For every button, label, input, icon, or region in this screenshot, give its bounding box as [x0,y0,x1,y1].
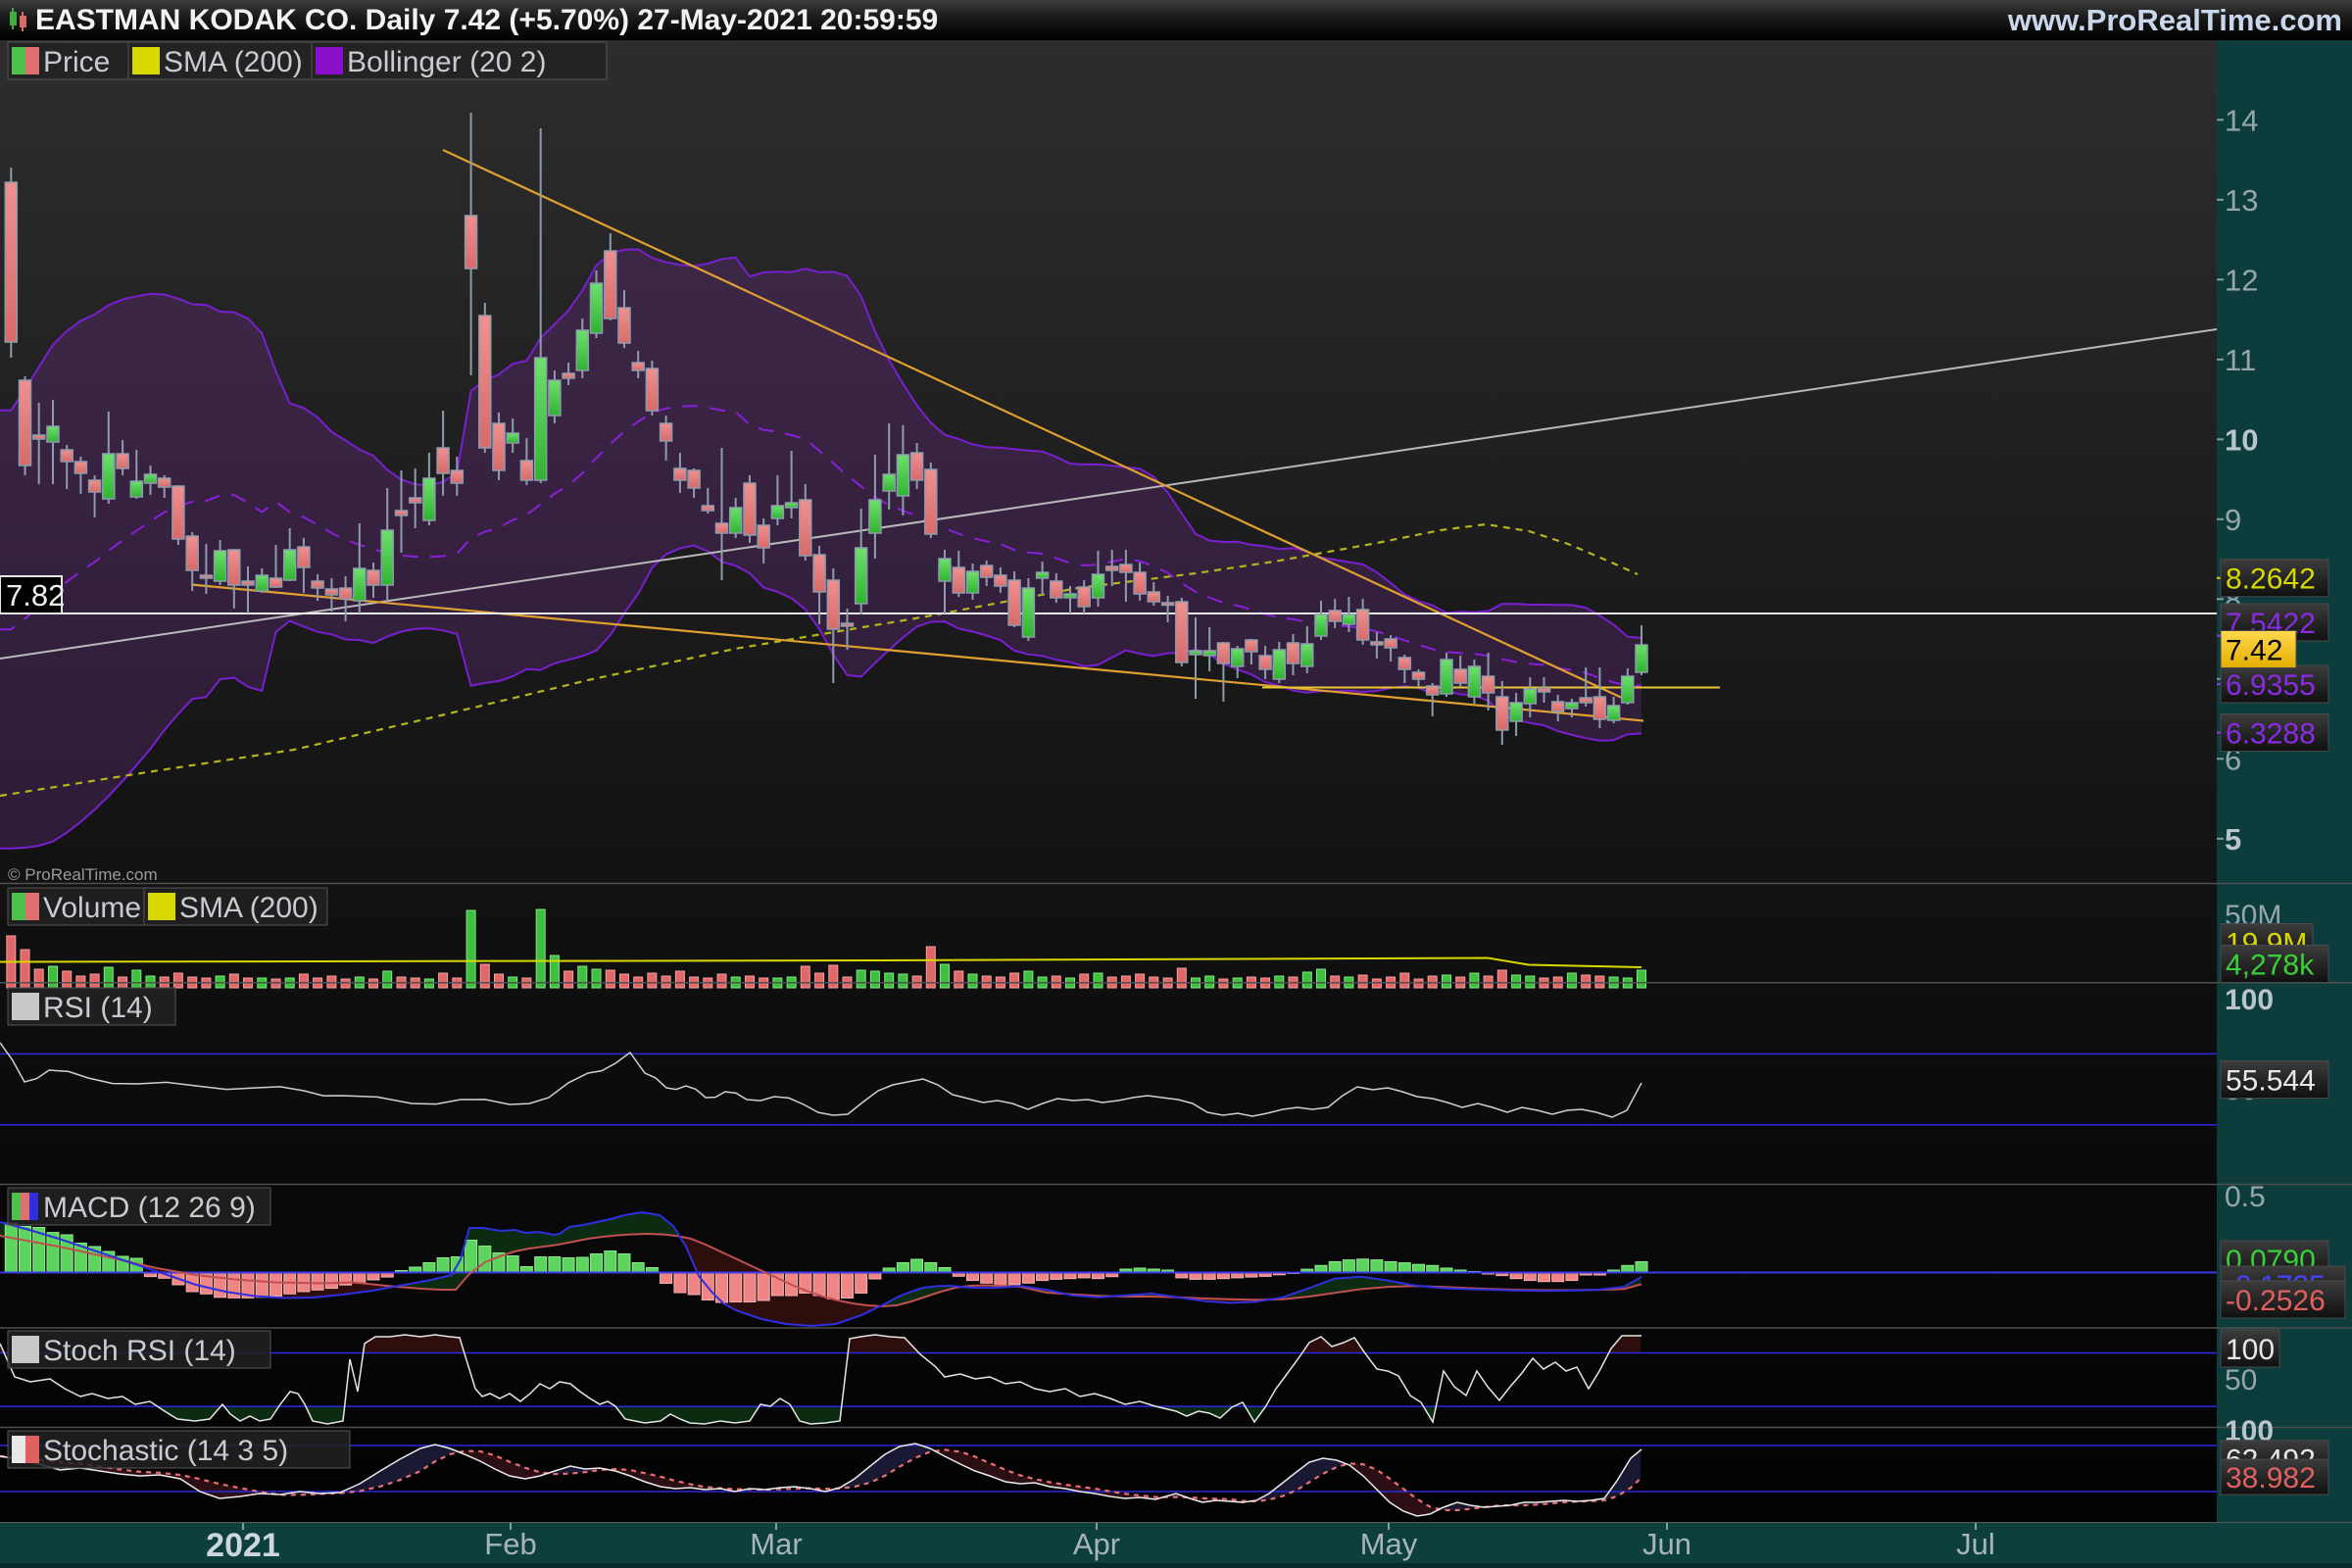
svg-text:Apr: Apr [1073,1527,1120,1561]
svg-text:Stochastic (14 3 5): Stochastic (14 3 5) [43,1435,288,1467]
svg-text:13: 13 [2225,183,2258,218]
svg-text:EASTMAN KODAK CO. Daily 7.42 (: EASTMAN KODAK CO. Daily 7.42 (+5.70%) 27… [35,4,938,36]
svg-text:8.2642: 8.2642 [2226,564,2316,596]
svg-text:14: 14 [2225,103,2258,137]
svg-text:55.544: 55.544 [2226,1064,2316,1097]
svg-text:Feb: Feb [484,1527,536,1561]
svg-text:MACD (12 26 9): MACD (12 26 9) [43,1192,256,1224]
svg-text:5: 5 [2225,822,2241,857]
svg-text:Bollinger (20 2): Bollinger (20 2) [347,46,546,78]
svg-text:2021: 2021 [206,1527,280,1564]
svg-text:0.5: 0.5 [2225,1181,2266,1213]
svg-text:6.9355: 6.9355 [2226,669,2316,702]
svg-text:100: 100 [2225,984,2274,1016]
svg-text:11: 11 [2225,343,2256,377]
svg-text:7.82: 7.82 [6,578,65,612]
svg-text:-0.2526: -0.2526 [2226,1285,2326,1317]
svg-text:38.982: 38.982 [2226,1462,2316,1494]
svg-text:May: May [1360,1527,1418,1561]
svg-text:7.42: 7.42 [2226,634,2282,666]
svg-text:SMA (200): SMA (200) [164,46,303,78]
svg-text:10: 10 [2225,422,2258,457]
svg-text:© ProRealTime.com: © ProRealTime.com [8,865,158,884]
svg-text:Price: Price [43,46,110,78]
svg-text:12: 12 [2225,263,2258,297]
svg-text:RSI (14): RSI (14) [43,992,153,1024]
svg-text:Stoch RSI (14): Stoch RSI (14) [43,1335,236,1367]
svg-text:50: 50 [2225,1364,2257,1396]
svg-text:Volume: Volume [43,892,141,924]
svg-text:6.3288: 6.3288 [2226,717,2316,750]
svg-text:9: 9 [2225,503,2241,537]
svg-text:www.ProRealTime.com: www.ProRealTime.com [2007,3,2342,37]
svg-text:Mar: Mar [750,1527,802,1561]
svg-text:100: 100 [2226,1334,2275,1366]
svg-text:Jun: Jun [1642,1527,1691,1561]
svg-text:SMA (200): SMA (200) [179,892,318,924]
svg-text:Jul: Jul [1956,1527,1995,1561]
svg-text:4,278k: 4,278k [2226,949,2315,981]
